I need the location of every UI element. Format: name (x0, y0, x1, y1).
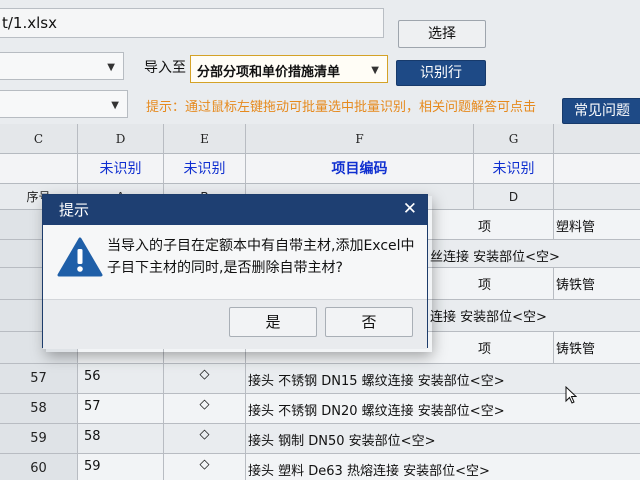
table-cell: 铸铁管 (556, 278, 596, 293)
range-select[interactable]: ▼ (0, 90, 128, 118)
faq-button[interactable]: 常见问题 (562, 98, 640, 124)
column-header-e[interactable]: E (164, 124, 246, 154)
table-cell: 连接 安装部位<空> (430, 310, 547, 325)
chevron-down-icon: ▼ (107, 62, 115, 73)
table-cell: 铸铁管 (556, 342, 596, 357)
yes-button[interactable]: 是 (229, 307, 317, 337)
column-d-type[interactable]: 未识别 (78, 154, 164, 184)
table-row[interactable]: 60 59 ◇ 接头 塑料 De63 热熔连接 安装部位<空> (0, 454, 640, 480)
confirm-dialog: 提示 ✕ 当导入的子目在定额本中有自带主材,添加Excel中子目下主材的同时,是… (42, 194, 428, 349)
seq-cell: 59 (78, 454, 164, 480)
recognize-row-button[interactable]: 识别行 (396, 60, 486, 86)
mouse-cursor-icon (565, 386, 577, 404)
diamond-icon: ◇ (164, 364, 246, 393)
column-e-type[interactable]: 未识别 (164, 154, 246, 184)
table-cell: 项 (474, 332, 554, 363)
table-cell: 项 (474, 268, 554, 299)
description-cell: 接头 不锈钢 DN15 螺纹连接 安装部位<空> (248, 374, 505, 389)
table-cell: 项 (474, 210, 554, 239)
no-button[interactable]: 否 (325, 307, 413, 337)
dialog-title: 提示 (59, 201, 90, 219)
table-cell: D (474, 184, 554, 210)
chevron-down-icon: ▼ (371, 65, 379, 76)
row-number: 60 (0, 454, 78, 480)
column-header-f[interactable]: F (246, 124, 474, 154)
import-target-select[interactable]: 分部分项和单价措施清单 ▼ (190, 55, 388, 83)
chevron-down-icon: ▼ (111, 100, 119, 111)
table-cell: 丝连接 安装部位<空> (430, 250, 560, 265)
column-f-type[interactable]: 项目编码 (246, 154, 474, 184)
dialog-message: 当导入的子目在定额本中有自带主材,添加Excel中子目下主材的同时,是否删除自带… (107, 238, 415, 276)
sheet-select[interactable]: ▼ (0, 52, 124, 80)
close-icon[interactable]: ✕ (403, 199, 417, 219)
diamond-icon: ◇ (164, 394, 246, 423)
table-row[interactable]: 57 56 ◇ 接头 不锈钢 DN15 螺纹连接 安装部位<空> (0, 364, 640, 394)
column-header-g[interactable]: G (474, 124, 554, 154)
column-header-c[interactable]: C (0, 124, 78, 154)
diamond-icon: ◇ (164, 454, 246, 480)
import-toolbar: t/1.xlsx 选择 ▼ 导入至 分部分项和单价措施清单 ▼ 识别行 ▼ 提示… (0, 0, 640, 124)
description-cell: 接头 塑料 De63 热熔连接 安装部位<空> (248, 464, 490, 479)
seq-cell: 58 (78, 424, 164, 453)
import-to-label: 导入至 (144, 60, 186, 76)
description-cell: 接头 钢制 DN50 安装部位<空> (248, 434, 436, 449)
column-header-d[interactable]: D (78, 124, 164, 154)
table-row[interactable]: 59 58 ◇ 接头 钢制 DN50 安装部位<空> (0, 424, 640, 454)
rownum-blank (0, 154, 78, 184)
dialog-title-bar[interactable]: 提示 (43, 195, 427, 225)
row-number: 57 (0, 364, 78, 393)
column-g-type[interactable]: 未识别 (474, 154, 554, 184)
file-path-field[interactable]: t/1.xlsx (0, 8, 384, 38)
seq-cell: 56 (78, 364, 164, 393)
warning-icon (57, 237, 103, 277)
column-header-row: C D E F G (0, 124, 640, 154)
table-cell: 塑料管 (556, 220, 596, 235)
row-number: 58 (0, 394, 78, 423)
seq-cell: 57 (78, 394, 164, 423)
recognition-header-row: 未识别 未识别 项目编码 未识别 (0, 154, 640, 184)
select-file-button[interactable]: 选择 (398, 20, 486, 48)
row-number: 59 (0, 424, 78, 453)
hint-text: 提示：通过鼠标左键拖动可批量选中批量识别，相关问题解答可点击 (146, 100, 537, 115)
description-cell: 接头 不锈钢 DN20 螺纹连接 安装部位<空> (248, 404, 505, 419)
import-target-value: 分部分项和单价措施清单 (197, 65, 341, 80)
table-row[interactable]: 58 57 ◇ 接头 不锈钢 DN20 螺纹连接 安装部位<空> (0, 394, 640, 424)
diamond-icon: ◇ (164, 424, 246, 453)
